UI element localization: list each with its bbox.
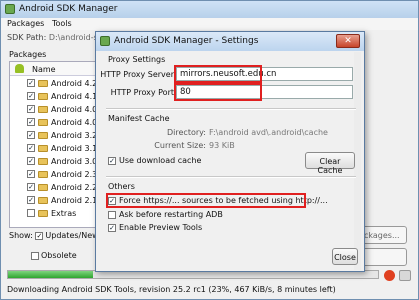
sdk-path: SDK Path: D:\android-sdk — [7, 33, 108, 42]
progress-fill — [8, 271, 94, 278]
folder-icon — [38, 93, 48, 100]
sdk-path-label: SDK Path: — [7, 33, 47, 42]
row-checkbox[interactable]: ✓ — [27, 183, 35, 191]
table-row[interactable]: ✓ Android 4.0 (A — [10, 116, 108, 129]
row-checkbox[interactable] — [27, 209, 35, 217]
folder-icon — [38, 171, 48, 178]
table-row[interactable]: ✓ Android 2.2 (A — [10, 181, 108, 194]
table-row[interactable]: ✓ Android 2.3.3 — [10, 168, 106, 181]
enable-preview-tools-label: Enable Preview Tools — [119, 223, 203, 232]
row-checkbox[interactable]: ✓ — [27, 196, 35, 204]
table-row[interactable]: Extras — [10, 207, 106, 220]
folder-icon — [38, 106, 48, 113]
folder-icon — [38, 80, 48, 87]
use-download-cache-label: Use download cache — [119, 156, 202, 165]
folder-icon — [38, 184, 48, 191]
show-filter: Show: ✓ Updates/New — [9, 231, 99, 240]
folder-icon — [38, 158, 48, 165]
android-app-icon — [5, 4, 15, 14]
current-size-value: 93 KiB — [209, 141, 235, 150]
updates-new-checkbox[interactable]: ✓ — [35, 231, 44, 240]
row-checkbox[interactable]: ✓ — [27, 157, 35, 165]
row-checkbox[interactable]: ✓ — [27, 118, 35, 126]
ask-before-restart-label: Ask before restarting ADB — [119, 210, 223, 219]
updates-new-label: Updates/New — [45, 231, 99, 240]
table-row[interactable]: ✓ Android 3.1 (A — [10, 142, 108, 155]
ask-before-restart-option[interactable]: Ask before restarting ADB — [108, 210, 223, 219]
row-label: Extras — [51, 209, 77, 218]
obsolete-checkbox[interactable] — [31, 251, 39, 260]
directory-value: F:\android avd\.android\cache — [209, 128, 328, 137]
table-row[interactable]: ✓ Android 4.1.2 — [10, 90, 106, 103]
proxy-server-highlight — [174, 65, 262, 83]
row-checkbox[interactable]: ✓ — [27, 92, 35, 100]
menu-tools[interactable]: Tools — [52, 19, 72, 28]
menu-packages[interactable]: Packages — [7, 19, 44, 28]
http-proxy-server-label: HTTP Proxy Server — [100, 70, 174, 79]
status-text: Downloading Android SDK Tools, revision … — [7, 285, 336, 294]
close-button[interactable]: Close — [332, 248, 358, 265]
table-row[interactable]: ✓ Android 3.2 (A — [10, 129, 108, 142]
folder-icon — [38, 132, 48, 139]
enable-preview-tools-checkbox[interactable]: ✓ — [108, 223, 116, 232]
column-name-header[interactable]: Name — [32, 65, 56, 74]
current-size-label: Current Size: — [154, 141, 206, 150]
android-robot-icon — [15, 64, 24, 73]
show-label: Show: — [9, 231, 33, 240]
manifest-cache-label: Manifest Cache — [108, 114, 170, 123]
ask-before-restart-checkbox[interactable] — [108, 210, 116, 219]
obsolete-label: Obsolete — [41, 251, 77, 260]
close-icon[interactable]: ✕ — [336, 34, 360, 48]
separator — [106, 176, 356, 178]
row-checkbox[interactable]: ✓ — [27, 131, 35, 139]
dialog-titlebar[interactable]: Android SDK Manager - Settings ✕ — [96, 32, 364, 51]
row-checkbox[interactable]: ✓ — [27, 105, 35, 113]
folder-icon — [38, 119, 48, 126]
main-titlebar[interactable]: Android SDK Manager — [1, 1, 418, 18]
folder-icon — [38, 197, 48, 204]
cache-directory: Directory: F:\android avd\.android\cache — [96, 128, 356, 140]
use-download-cache-checkbox[interactable]: ✓ — [108, 156, 116, 165]
table-row[interactable]: ✓ Android 4.2.2 — [10, 77, 106, 90]
stop-icon[interactable] — [384, 270, 395, 281]
row-checkbox[interactable]: ✓ — [27, 170, 35, 178]
table-row[interactable]: ✓ Android 3.0 (A — [10, 155, 108, 168]
obsolete-filter: Obsolete — [31, 251, 77, 260]
separator — [106, 108, 356, 110]
packages-table-header: Name — [10, 62, 106, 76]
others-label: Others — [108, 182, 135, 191]
row-checkbox[interactable]: ✓ — [27, 79, 35, 87]
directory-label: Directory: — [167, 128, 206, 137]
table-row[interactable]: ✓ Android 2.1 (A — [10, 194, 108, 207]
force-https-highlight — [106, 193, 306, 208]
log-icon[interactable] — [399, 270, 411, 281]
dialog-scrollbar[interactable] — [354, 52, 361, 270]
proxy-port-highlight — [174, 83, 262, 101]
menubar: Packages Tools — [1, 18, 418, 30]
dialog-title: Android SDK Manager - Settings — [114, 36, 259, 46]
packages-label: Packages — [9, 50, 47, 59]
folder-icon — [38, 145, 48, 152]
http-proxy-port-label: HTTP Proxy Port — [110, 88, 174, 97]
enable-preview-tools-option[interactable]: ✓ Enable Preview Tools — [108, 223, 202, 232]
table-row[interactable]: ✓ Android 4.0.3 — [10, 103, 106, 116]
folder-icon — [38, 210, 48, 217]
use-download-cache-option[interactable]: ✓ Use download cache — [108, 156, 201, 165]
row-checkbox[interactable]: ✓ — [27, 144, 35, 152]
android-app-icon — [100, 36, 110, 46]
proxy-settings-label: Proxy Settings — [108, 55, 166, 64]
settings-dialog: Android SDK Manager - Settings ✕ Proxy S… — [95, 31, 365, 272]
clear-cache-button[interactable]: Clear Cache — [305, 152, 355, 175]
main-window-title: Android SDK Manager — [19, 4, 118, 14]
packages-table: Name ✓ Android 4.2.2 ✓ Android 4.1.2 ✓ A… — [9, 61, 108, 228]
